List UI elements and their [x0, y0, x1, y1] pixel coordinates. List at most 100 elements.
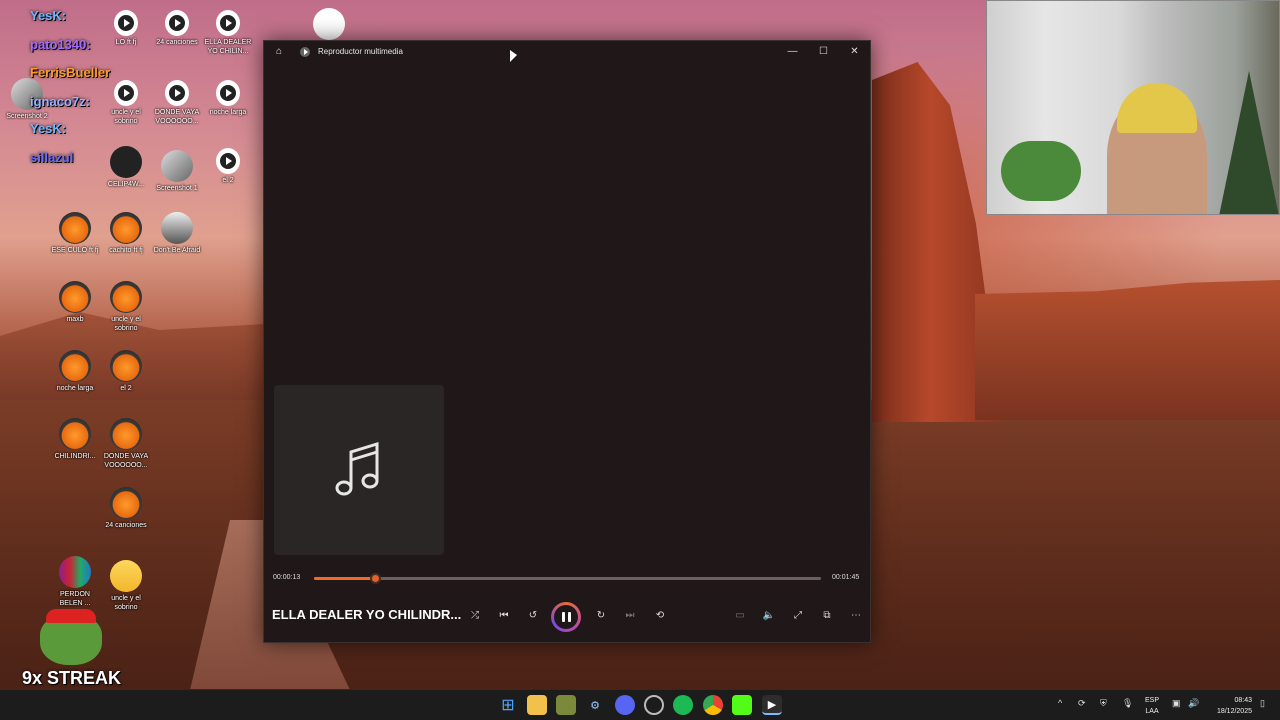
- desktop-icon-video[interactable]: ELLA DEALER YO CHILIN...: [203, 10, 253, 56]
- maximize-button[interactable]: ☐: [808, 41, 839, 62]
- desktop-icon-fl-project[interactable]: ESE CULO ft fj: [50, 212, 100, 255]
- desktop-icon-label: CELIP4W...: [107, 181, 145, 188]
- webcam-overlay: [986, 0, 1280, 215]
- video-file-icon: [165, 80, 189, 106]
- desktop-icon-video[interactable]: noche larga: [203, 80, 253, 117]
- video-file-icon: [165, 10, 189, 36]
- media-player-window[interactable]: ⌂ Reproductor multimedia — ☐ ✕ 00:00:13 …: [263, 40, 871, 643]
- start-button[interactable]: ⊞: [498, 695, 518, 715]
- close-button[interactable]: ✕: [839, 41, 870, 62]
- desktop-icon-fl-project[interactable]: CHILINDRI...: [50, 418, 100, 461]
- chrome-icon[interactable]: [703, 695, 723, 715]
- previous-button[interactable]: ⏮: [493, 604, 515, 626]
- desktop-icon-video[interactable]: Don't Be Afraid: [152, 212, 202, 255]
- desktop-icon-document[interactable]: [304, 8, 354, 42]
- webcam-plush-toy: [1001, 141, 1081, 201]
- pause-button[interactable]: [551, 602, 581, 632]
- security-icon[interactable]: ⛨: [1100, 698, 1107, 709]
- fl-studio-icon: [110, 418, 142, 450]
- spotify-icon[interactable]: [673, 695, 693, 715]
- desktop-icon-fl-project[interactable]: 24 canciones: [101, 487, 151, 530]
- desktop-icon-rar[interactable]: PERDON BELEN ...: [50, 556, 100, 608]
- network-icon[interactable]: ▣: [1172, 698, 1181, 709]
- clock-time: 08:43: [1234, 697, 1252, 704]
- media-player-taskbar-icon[interactable]: ▶: [762, 695, 782, 715]
- notifications-icon[interactable]: ▯: [1260, 698, 1265, 709]
- fl-studio-icon: [59, 418, 91, 450]
- forward-30-button[interactable]: ↻: [590, 604, 612, 626]
- rewind-10-button[interactable]: ↺: [522, 604, 544, 626]
- obs-icon[interactable]: [644, 695, 664, 715]
- seek-bar-progress: [314, 577, 375, 580]
- elapsed-time: 00:00:13: [273, 574, 301, 581]
- chat-username: YesK:: [30, 8, 67, 23]
- desktop-icon-label: maxb: [66, 316, 84, 323]
- desktop-icon-label: noche larga: [56, 385, 94, 392]
- microphone-icon[interactable]: 🎙: [1122, 698, 1133, 709]
- fl-studio-icon: [59, 281, 91, 313]
- more-options-button[interactable]: ⋯: [845, 604, 867, 626]
- now-playing-title: ELLA DEALER YO CHILINDR...: [272, 607, 462, 622]
- fl-studio-icon: [110, 487, 142, 519]
- tray-overflow-icon[interactable]: ^: [1058, 698, 1062, 708]
- desktop-icon-label: DONDE VAYA VOOOOOO...: [103, 453, 149, 469]
- wallpaper-mesa-right: [975, 280, 1280, 420]
- chat-username: sillazul: [30, 150, 74, 165]
- fl-studio-icon: [110, 212, 142, 244]
- desktop-icon-folder[interactable]: uncle y el sobrino: [101, 560, 151, 612]
- video-file-icon: [114, 80, 138, 106]
- minecraft-icon[interactable]: [556, 695, 576, 715]
- miniplayer-button[interactable]: ⧉: [816, 604, 838, 626]
- taskbar: ⊞ ⚙ ▶ ^ ⟳ ⛨ 🎙 ESP LAA ▣ 🔊 08:43 18/12/20…: [0, 689, 1280, 720]
- desktop-icon-video[interactable]: 24 canciones: [152, 10, 202, 47]
- fl-studio-icon: [110, 281, 142, 313]
- discord-icon[interactable]: [615, 695, 635, 715]
- desktop-icon-fl-project[interactable]: DONDE VAYA VOOOOOO...: [101, 418, 151, 470]
- desktop-icon-label: noche larga: [209, 109, 247, 116]
- fl-studio-icon: [59, 212, 91, 244]
- captions-button[interactable]: ▭: [729, 604, 751, 626]
- desktop-icon-video[interactable]: uncle y el sobrino: [101, 80, 151, 126]
- file-explorer-icon[interactable]: [527, 695, 547, 715]
- desktop-icon-fl-project[interactable]: uncle y el sobrino: [101, 281, 151, 333]
- volume-tray-icon[interactable]: 🔊: [1188, 698, 1199, 709]
- desktop-icon-image[interactable]: CELIP4W...: [101, 146, 151, 189]
- webcam-beanie: [1117, 83, 1197, 133]
- total-duration: 00:01:45: [832, 574, 860, 581]
- album-art-placeholder: [274, 385, 444, 555]
- seek-bar[interactable]: [314, 573, 821, 584]
- desktop-icon-fl-project[interactable]: noche larga: [50, 350, 100, 393]
- desktop-icon-video[interactable]: DONDE VAYA VOOOOOO...: [152, 80, 202, 126]
- seek-thumb[interactable]: [369, 573, 381, 584]
- repeat-off-button[interactable]: ⟲: [649, 604, 671, 626]
- desktop-icon-fl-project[interactable]: cachito ft fj: [101, 212, 151, 255]
- kick-icon[interactable]: [732, 695, 752, 715]
- keyboard-language[interactable]: ESP LAA: [1145, 695, 1159, 717]
- desktop-icon-label: uncle y el sobrino: [111, 595, 141, 611]
- desktop-icon-fl-project[interactable]: el 2: [101, 350, 151, 393]
- chat-username: YesK:: [30, 121, 67, 136]
- image-file-icon: [161, 150, 193, 182]
- pepe-santa-emote: [40, 609, 102, 665]
- fullscreen-button[interactable]: ⤢: [787, 604, 809, 626]
- desktop-icon-video[interactable]: LO ft fj: [101, 10, 151, 47]
- desktop-icon-label: CHILINDRI...: [54, 453, 96, 460]
- system-clock[interactable]: 08:43 18/12/2025: [1217, 695, 1252, 717]
- desktop-icon-label: ELLA DEALER YO CHILIN...: [204, 39, 252, 55]
- window-controls: — ☐ ✕: [777, 41, 870, 62]
- language-code: ESP: [1145, 697, 1160, 704]
- minimize-button[interactable]: —: [777, 41, 808, 62]
- desktop-icon-video[interactable]: el 2: [203, 148, 253, 185]
- desktop-icon-label: cachito ft fj: [109, 247, 143, 254]
- steam-icon[interactable]: ⚙: [585, 695, 605, 715]
- shuffle-button[interactable]: ⤮: [464, 604, 486, 626]
- sync-icon[interactable]: ⟳: [1078, 698, 1086, 709]
- desktop-icon-label: Screenshot 1: [156, 185, 198, 192]
- volume-button[interactable]: 🔈: [758, 604, 780, 626]
- desktop-icon-screenshot[interactable]: Screenshot 1: [152, 150, 202, 193]
- layout-code: LAA: [1145, 708, 1159, 715]
- desktop-icon-fl-project[interactable]: maxb: [50, 281, 100, 324]
- video-file-icon: [216, 148, 240, 174]
- home-icon[interactable]: ⌂: [272, 45, 286, 59]
- next-button[interactable]: ⏭: [619, 604, 641, 626]
